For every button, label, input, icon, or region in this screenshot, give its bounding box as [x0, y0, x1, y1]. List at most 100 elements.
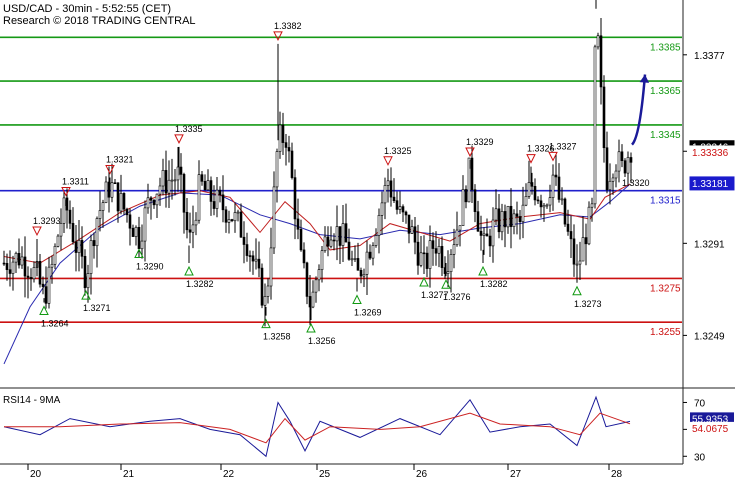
candle-body [353, 258, 357, 260]
candle-body [365, 251, 369, 275]
candle-body [332, 239, 336, 242]
candle-body [296, 218, 300, 230]
candle-body [182, 174, 186, 213]
candle-body [533, 186, 537, 201]
annotation-label-0: 1.3320 [622, 178, 650, 188]
candle-body [566, 223, 570, 232]
candle-body [539, 200, 543, 208]
candle-body [230, 219, 234, 222]
candle-body [326, 236, 330, 247]
candle-body [575, 263, 579, 266]
candle-body [347, 241, 351, 260]
candle-body [527, 182, 531, 197]
price-tag-1: 1.33336 [692, 148, 729, 159]
candle-body [98, 210, 102, 219]
candle-body [314, 279, 318, 293]
candle-body [389, 180, 393, 198]
candle-body [95, 218, 99, 247]
candle-body [302, 249, 306, 264]
candle-body [557, 176, 561, 200]
candle-body [107, 181, 111, 198]
candle-body [497, 208, 501, 233]
candle-body [179, 166, 183, 175]
candle-body [248, 255, 252, 257]
candle-body [578, 260, 582, 265]
candle-body [23, 256, 27, 277]
low-label-4: 1.3258 [263, 332, 291, 342]
candle-86 [260, 263, 264, 309]
candle-body [335, 226, 339, 242]
candle-body [149, 197, 153, 201]
candle-body [206, 180, 210, 191]
candle-body [383, 185, 387, 204]
candle-body [173, 179, 177, 182]
level-label-1: 1.3365 [650, 86, 681, 97]
candle-body [278, 124, 282, 152]
candle-body [386, 180, 390, 186]
candle-body [161, 170, 165, 187]
candle-body [86, 273, 90, 289]
high-label-8: 1.3327 [549, 141, 577, 151]
candle-body [5, 263, 9, 270]
candle-body [404, 211, 408, 216]
candle-body [509, 205, 513, 227]
y-tick-label-1: 1.3291 [694, 239, 725, 250]
candle-body [236, 211, 240, 214]
candle-body [245, 244, 249, 256]
candle-body [191, 224, 195, 233]
candle-body [524, 196, 528, 206]
x-tick-label-0: 20 [30, 469, 42, 480]
candle-body [221, 194, 225, 211]
candle-body [419, 252, 423, 266]
candle-body [254, 258, 258, 262]
candle-body [362, 273, 366, 277]
candle-body [11, 261, 15, 274]
level-label-2: 1.3345 [650, 130, 681, 141]
candle-195 [587, 201, 591, 246]
candle-body [452, 244, 456, 255]
candle-body [257, 258, 261, 269]
candle-body [611, 177, 615, 182]
candle-body [461, 189, 465, 227]
candle-body [68, 209, 72, 224]
x-tick-label-1: 21 [123, 469, 135, 480]
x-tick-label-5: 27 [510, 469, 522, 480]
candle-body [311, 291, 315, 308]
candle-body [446, 271, 450, 274]
candle-body [476, 211, 480, 232]
candle-body [74, 241, 78, 253]
low-label-5: 1.3256 [308, 336, 336, 346]
candle-body [581, 237, 585, 262]
candle-body [203, 181, 207, 191]
low-label-8: 1.3276 [443, 292, 471, 302]
candle-body [590, 203, 594, 208]
candle-body [503, 211, 507, 228]
candle-body [116, 182, 120, 212]
candle-body [104, 181, 108, 203]
candle-body [434, 248, 438, 254]
candle-body [593, 46, 597, 205]
candle-body [368, 251, 372, 259]
candle-body [2, 262, 6, 265]
candle-body [344, 223, 348, 243]
candle-body [392, 196, 396, 201]
low-label-9: 1.3282 [480, 279, 508, 289]
candle-body [113, 182, 117, 185]
candle-body [17, 252, 21, 266]
candle-body [260, 267, 264, 306]
candle-body [146, 197, 150, 209]
rsi-label: RSI14 - 9MA [3, 395, 61, 406]
candle-body [47, 266, 51, 304]
level-label-5: 1.3255 [650, 327, 681, 338]
x-tick-label-3: 25 [319, 469, 331, 480]
candle-body [56, 235, 60, 247]
level-label-3: 1.3315 [650, 196, 681, 207]
candle-body [215, 189, 219, 209]
chart-canvas: 1.3385 1.3365 1.3345 1.3315 1.3275 1.3255 1.3… [0, 0, 735, 480]
candle-18 [56, 234, 60, 248]
candle-body [320, 250, 324, 270]
candle-body [512, 213, 516, 227]
candle-body [401, 206, 405, 213]
candle-body [431, 240, 435, 249]
candle-body [269, 247, 273, 287]
